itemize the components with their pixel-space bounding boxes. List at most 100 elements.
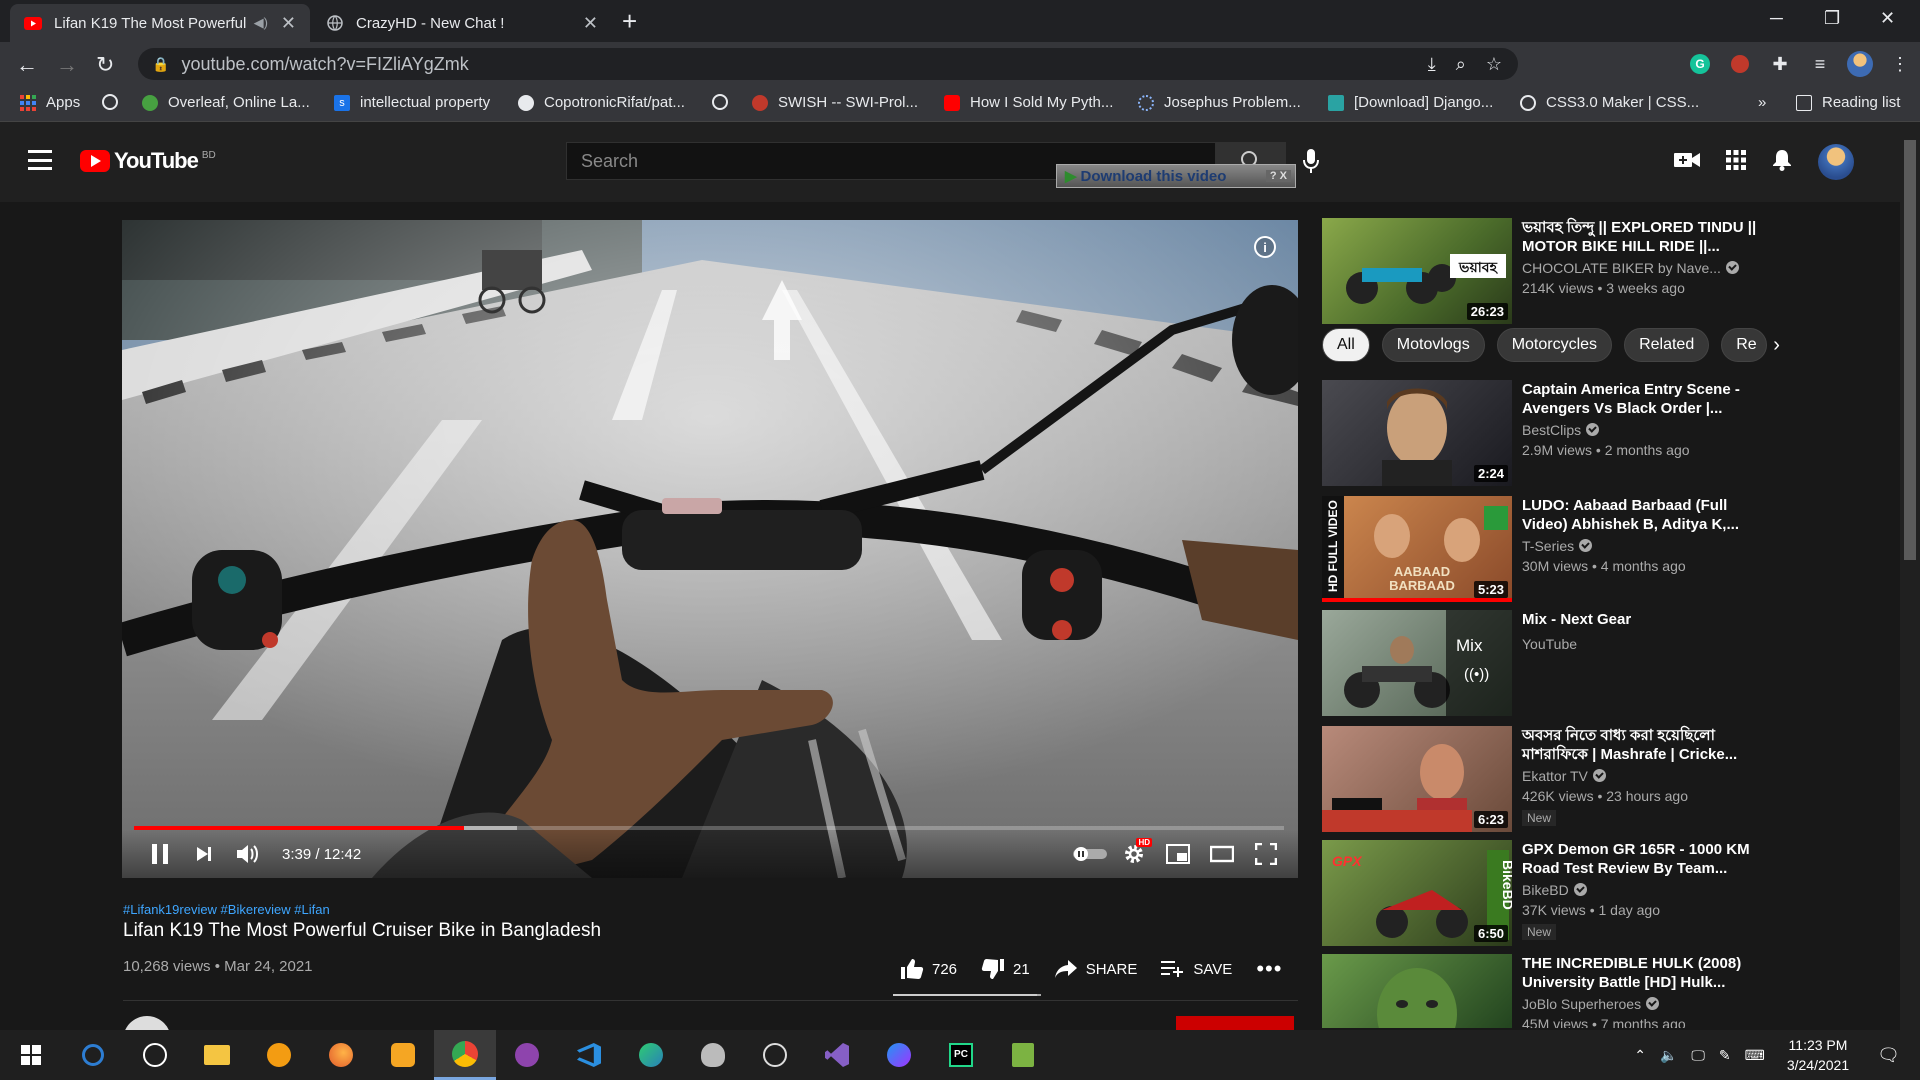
- video-thumbnail[interactable]: 2:24: [1322, 380, 1512, 486]
- subscribe-button[interactable]: [1176, 1016, 1294, 1030]
- rec-channel[interactable]: T-Series: [1522, 538, 1593, 554]
- grammarly-icon[interactable]: G: [1680, 48, 1720, 80]
- video-hashtags[interactable]: #Lifank19review #Bikereview #Lifan: [123, 902, 330, 917]
- rec-mix[interactable]: Mix ((•)) Mix - Next Gear YouTube: [1322, 610, 1762, 716]
- close-icon[interactable]: ✕: [281, 13, 296, 34]
- address-bar[interactable]: 🔒 youtube.com/watch?v=FIZliAYgZmk ⤓ ⌕ ☆: [138, 48, 1518, 80]
- zoom-icon[interactable]: ⌕: [1456, 54, 1466, 75]
- maximize-button[interactable]: ❐: [1824, 8, 1840, 29]
- messenger-icon[interactable]: [868, 1030, 930, 1080]
- video-player[interactable]: i 3:39 / 12:42 HD: [122, 220, 1298, 878]
- cortana-search-icon[interactable]: [62, 1030, 124, 1080]
- tab-audio-icon[interactable]: ◀): [254, 15, 268, 31]
- tab-crazyhd[interactable]: CrazyHD - New Chat ! ✕: [312, 4, 612, 42]
- save-button[interactable]: SAVE: [1161, 959, 1232, 979]
- forward-button[interactable]: →: [56, 52, 78, 78]
- bookmark-star-icon[interactable]: ☆: [1486, 54, 1502, 75]
- visual-studio-icon[interactable]: [806, 1030, 868, 1080]
- fullscreen-button[interactable]: [1244, 834, 1288, 874]
- keyboard-icon[interactable]: ⌨: [1745, 1047, 1765, 1064]
- app-orange-icon[interactable]: [372, 1030, 434, 1080]
- vscode-icon[interactable]: [558, 1030, 620, 1080]
- app-balloon-icon[interactable]: [682, 1030, 744, 1080]
- next-button[interactable]: [182, 834, 226, 874]
- rec-title[interactable]: অবসর নিতে বাধ্য করা হয়েছিলো মাশরাফিকে |…: [1522, 726, 1762, 764]
- notifications-icon[interactable]: 🗨: [1877, 1045, 1900, 1066]
- close-icon[interactable]: ✕: [583, 13, 598, 34]
- page-scrollbar[interactable]: [1900, 122, 1920, 1030]
- settings-button[interactable]: HD: [1112, 834, 1156, 874]
- minimize-button[interactable]: ─: [1770, 8, 1783, 29]
- bookmark-django[interactable]: [Download] Django...: [1328, 94, 1493, 111]
- rec-title[interactable]: LUDO: Aabaad Barbaad (Full Video) Abhish…: [1522, 496, 1762, 534]
- rec-video-1[interactable]: ভয়াবহ 26:23 ভয়াবহ তিন্দু || EXPLORED T…: [1322, 218, 1762, 324]
- bookmark-github[interactable]: CopotronicRifat/pat...: [518, 94, 685, 111]
- bookmark-css3-maker[interactable]: CSS3.0 Maker | CSS...: [1520, 94, 1699, 111]
- chevron-right-icon[interactable]: ›: [1773, 334, 1780, 357]
- network-icon[interactable]: 🖵: [1691, 1047, 1705, 1064]
- like-button[interactable]: 726: [900, 958, 957, 980]
- tab-lifan-video[interactable]: Lifan K19 The Most Powerful ◀) ✕: [10, 4, 310, 42]
- app-notepad-icon[interactable]: [992, 1030, 1054, 1080]
- rec-channel[interactable]: JoBlo Superheroes: [1522, 996, 1660, 1012]
- bookmark-overleaf[interactable]: Overleaf, Online La...: [142, 94, 310, 111]
- close-window-button[interactable]: ✕: [1880, 8, 1895, 29]
- antivirus-icon[interactable]: [248, 1030, 310, 1080]
- notifications-bell-icon[interactable]: [1772, 149, 1792, 176]
- rec-title[interactable]: THE INCREDIBLE HULK (2008) University Ba…: [1522, 954, 1762, 992]
- bookmark-swish[interactable]: SWISH -- SWI-Prol...: [752, 94, 918, 111]
- more-actions-icon[interactable]: •••: [1256, 956, 1282, 982]
- start-button[interactable]: [0, 1030, 62, 1080]
- rec-channel[interactable]: BikeBD: [1522, 882, 1587, 898]
- create-video-icon[interactable]: [1674, 151, 1700, 174]
- video-thumbnail[interactable]: [1322, 954, 1512, 1028]
- youtube-logo[interactable]: YouTube BD: [80, 148, 216, 174]
- file-explorer-icon[interactable]: [186, 1030, 248, 1080]
- bookmark-apps[interactable]: Apps: [20, 94, 80, 111]
- video-thumbnail[interactable]: GPX BikeBD 6:50: [1322, 840, 1512, 946]
- microphone-icon[interactable]: [1302, 148, 1320, 179]
- extensions-puzzle-icon[interactable]: ✚: [1760, 48, 1800, 80]
- chip-truncated[interactable]: Re: [1721, 328, 1768, 362]
- profile-avatar[interactable]: [1840, 48, 1880, 80]
- scrollbar-thumb[interactable]: [1904, 140, 1916, 560]
- reading-list-button[interactable]: Reading list: [1796, 94, 1900, 111]
- dislike-button[interactable]: 21: [981, 958, 1030, 980]
- github-desktop-icon[interactable]: [496, 1030, 558, 1080]
- chevron-up-icon[interactable]: ⌃: [1634, 1047, 1646, 1064]
- whatsapp-icon[interactable]: [124, 1030, 186, 1080]
- pen-icon[interactable]: ✎: [1719, 1047, 1731, 1064]
- rec-channel[interactable]: BestClips: [1522, 422, 1600, 438]
- rec-title[interactable]: GPX Demon GR 165R - 1000 KM Road Test Re…: [1522, 840, 1762, 878]
- bookmark-josephus[interactable]: Josephus Problem...: [1138, 94, 1301, 111]
- share-button[interactable]: SHARE: [1054, 959, 1137, 979]
- video-thumbnail[interactable]: ভয়াবহ 26:23: [1322, 218, 1512, 324]
- install-icon[interactable]: ⤓: [1428, 54, 1436, 75]
- chrome-icon[interactable]: [434, 1030, 496, 1080]
- bookmark-globe-2[interactable]: [712, 94, 738, 110]
- rec-title[interactable]: Mix - Next Gear: [1522, 610, 1762, 629]
- app-satellite-icon[interactable]: [744, 1030, 806, 1080]
- rec-channel[interactable]: Ekattor TV: [1522, 768, 1606, 784]
- rec-video-5[interactable]: 6:23 অবসর নিতে বাধ্য করা হয়েছিলো মাশরাফ…: [1322, 726, 1762, 832]
- channel-avatar[interactable]: [123, 1016, 171, 1030]
- bookmark-intellectual-property[interactable]: s intellectual property: [334, 94, 490, 111]
- volume-icon[interactable]: 🔈: [1660, 1047, 1677, 1064]
- video-thumbnail[interactable]: 6:23: [1322, 726, 1512, 832]
- rec-channel[interactable]: YouTube: [1522, 636, 1577, 652]
- lock-icon[interactable]: 🔒: [152, 56, 169, 73]
- rec-video-7[interactable]: THE INCREDIBLE HULK (2008) University Ba…: [1322, 954, 1762, 1028]
- pycharm-icon[interactable]: PC: [930, 1030, 992, 1080]
- chrome-menu-icon[interactable]: ⋮: [1880, 48, 1920, 80]
- info-icon[interactable]: i: [1254, 236, 1276, 258]
- rec-video-2[interactable]: 2:24 Captain America Entry Scene - Aveng…: [1322, 380, 1762, 486]
- autoplay-toggle[interactable]: [1068, 834, 1112, 874]
- rec-title[interactable]: ভয়াবহ তিন্দু || EXPLORED TINDU || MOTOR…: [1522, 218, 1762, 256]
- theater-mode-button[interactable]: [1200, 834, 1244, 874]
- apps-grid-icon[interactable]: [1726, 149, 1746, 175]
- rec-video-6[interactable]: GPX BikeBD 6:50 GPX Demon GR 165R - 1000 …: [1322, 840, 1762, 946]
- chip-related[interactable]: Related: [1624, 328, 1710, 362]
- bookmark-globe-1[interactable]: [102, 94, 128, 110]
- pause-button[interactable]: [138, 834, 182, 874]
- extension-eye-icon[interactable]: [1720, 48, 1760, 80]
